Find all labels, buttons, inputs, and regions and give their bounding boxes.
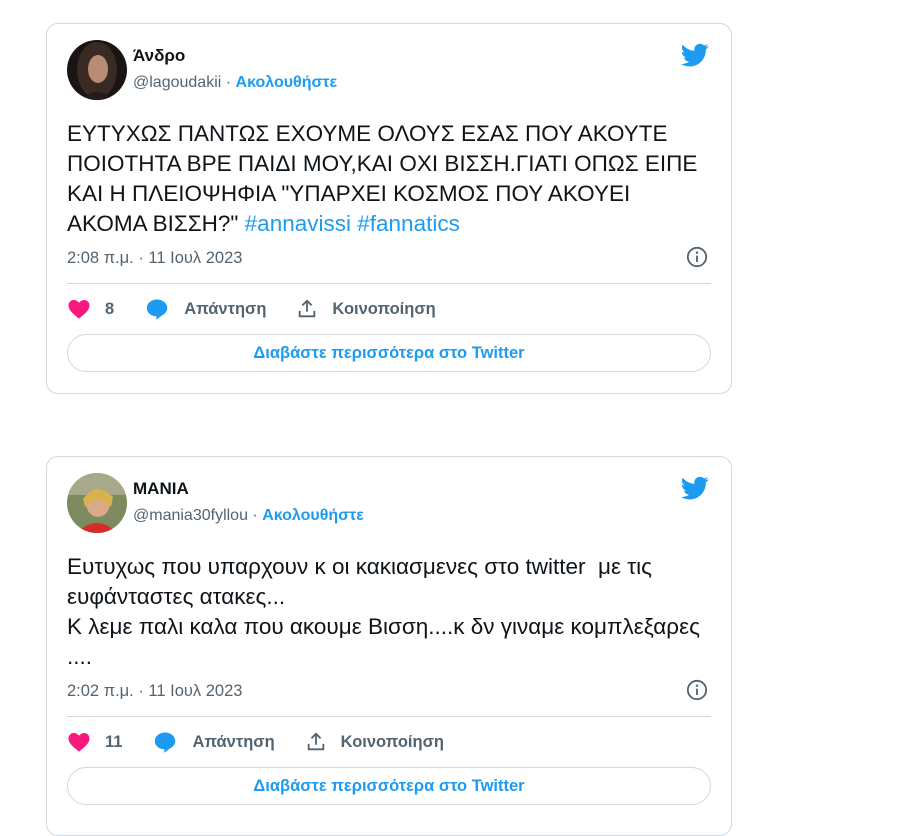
reply-bubble-icon [155, 732, 176, 753]
share-button[interactable]: Κοινοποίηση [296, 298, 436, 320]
like-button[interactable]: 11 [67, 730, 122, 754]
divider [67, 716, 711, 717]
separator: · [225, 74, 232, 91]
read-more-button[interactable]: Διαβάστε περισσότερα στο Twitter [67, 334, 711, 372]
like-count: 11 [105, 732, 123, 751]
share-label: Κοινοποίηση [340, 732, 444, 751]
share-icon [307, 732, 324, 751]
tweet-timestamp[interactable]: 2:08 π.μ. · 11 Ιουλ 2023 [67, 249, 242, 268]
divider [67, 283, 711, 284]
read-more-button[interactable]: Διαβάστε περισσότερα στο Twitter [67, 767, 711, 805]
tweet-text: ΕΥΤΥΧΩΣ ΠΑΝΤΩΣ ΕΧΟΥΜΕ ΟΛΟΥΣ ΕΣΑΣ ΠΟΥ ΑΚΟ… [67, 119, 712, 239]
twitter-bird-icon[interactable] [679, 474, 711, 502]
reply-bubble-icon [146, 299, 168, 320]
handle[interactable]: @mania30fyllou [133, 507, 248, 524]
like-count: 8 [105, 299, 115, 318]
info-icon[interactable] [686, 246, 708, 268]
handle-line: @mania30fyllou · Ακολουθήστε [133, 507, 364, 525]
handle[interactable]: @lagoudakii [133, 74, 221, 91]
handle-line: @lagoudakii · Ακολουθήστε [133, 74, 337, 92]
tweet-timestamp[interactable]: 2:02 π.μ. · 11 Ιουλ 2023 [67, 682, 242, 701]
follow-link[interactable]: Ακολουθήστε [236, 74, 338, 91]
action-bar: 11 Απάντηση Κοινοποίηση [67, 727, 444, 757]
reply-label: Απάντηση [192, 732, 275, 751]
display-name[interactable]: Άνδρο [133, 46, 185, 66]
display-name[interactable]: ΜΑΝΙΑ [133, 479, 189, 499]
hashtag-annavissi[interactable]: #annavissi [245, 211, 351, 236]
action-bar: 8 Απάντηση Κοινοποίηση [67, 294, 436, 324]
separator: · [252, 507, 258, 524]
avatar[interactable] [67, 473, 127, 533]
like-button[interactable]: 8 [67, 297, 114, 321]
reply-button[interactable]: Απάντηση [152, 730, 275, 754]
info-icon[interactable] [686, 679, 708, 701]
follow-link[interactable]: Ακολουθήστε [262, 507, 364, 524]
tweet-body: Ευτυχως που υπαρχουν κ οι κακιασμενες στ… [67, 554, 700, 669]
share-button[interactable]: Κοινοποίηση [305, 731, 444, 753]
hashtag-fannatics[interactable]: #fannatics [357, 211, 460, 236]
heart-icon [68, 300, 90, 319]
share-label: Κοινοποίηση [332, 299, 436, 318]
reply-button[interactable]: Απάντηση [144, 297, 266, 321]
tweet-card: Άνδρο @lagoudakii · Ακολουθήστε ΕΥΤΥΧΩΣ … [46, 23, 732, 394]
heart-icon [68, 733, 90, 752]
avatar[interactable] [67, 40, 127, 100]
reply-label: Απάντηση [184, 299, 267, 318]
tweet-text: Ευτυχως που υπαρχουν κ οι κακιασμενες στ… [67, 552, 712, 672]
twitter-bird-icon[interactable] [679, 41, 711, 69]
share-icon [299, 299, 316, 318]
tweet-card: ΜΑΝΙΑ @mania30fyllou · Ακολουθήστε Ευτυχ… [46, 456, 732, 836]
